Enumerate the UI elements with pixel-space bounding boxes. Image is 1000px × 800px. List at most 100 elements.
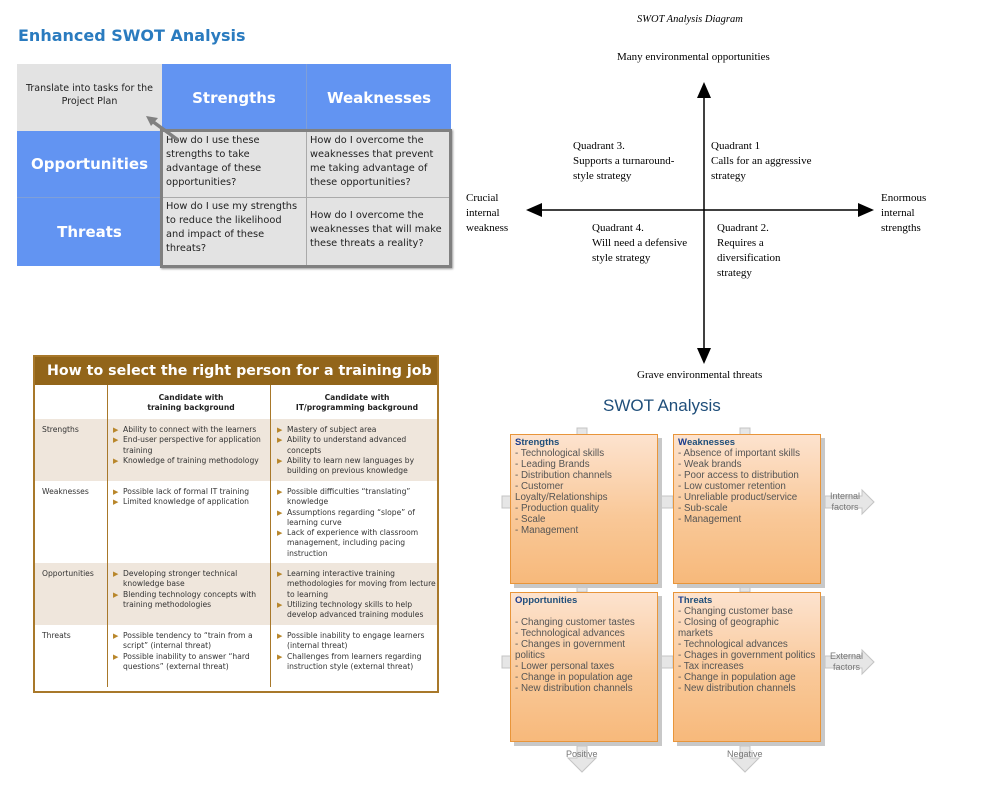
- swot-analysis-title: SWOT Analysis: [603, 396, 721, 415]
- list-item: - Tax increases: [678, 661, 744, 672]
- column-divider: [270, 385, 271, 687]
- connector: [739, 583, 751, 593]
- list-item: - Absence of important skills: [678, 448, 800, 459]
- list-item: - Weak brands: [678, 459, 742, 470]
- strengths-list: - Technological skills - Leading Brands - …: [515, 448, 653, 536]
- opportunities-list: - Changing customer tastes - Technologica…: [515, 606, 653, 694]
- training-cell: Possible tendency to “train from a scrip…: [113, 631, 269, 672]
- opportunities-box: Opportunities - Changing customer tastes…: [510, 592, 658, 742]
- it-cell: Possible difficulties “translating” know…: [277, 487, 437, 559]
- quadrant-axes: [526, 82, 874, 364]
- col-header-line: Candidate with: [158, 393, 224, 402]
- quadrant-2: Quadrant 2. Requires a diversification s…: [717, 221, 781, 281]
- list-item: - Low customer retention: [678, 481, 786, 492]
- quadrant-line: Quadrant 4.: [592, 222, 644, 234]
- list-item: - Closing of geographic markets: [678, 617, 779, 639]
- list-item: Utilizing technology skills to help deve…: [277, 600, 437, 621]
- list-item: Possible difficulties “translating” know…: [277, 487, 437, 508]
- list-item: Possible inability to answer “hard quest…: [113, 652, 269, 673]
- list-item: Ability to understand advanced concepts: [277, 435, 437, 456]
- box-title: Opportunities: [515, 595, 653, 606]
- training-cell: Developing stronger technical knowledge …: [113, 569, 269, 610]
- connector: [576, 583, 588, 593]
- list-item: Developing stronger technical knowledge …: [113, 569, 269, 590]
- row-label: Weaknesses: [42, 487, 89, 496]
- list-item: - Change in population age: [678, 672, 796, 683]
- box-title: Strengths: [515, 437, 653, 448]
- quadrant-line: strategy: [711, 170, 746, 182]
- axis-left-line: weakness: [466, 222, 509, 234]
- training-selection-table: How to select the right person for a tra…: [33, 355, 439, 693]
- threats-box: Threats - Changing customer base - Closin…: [673, 592, 821, 742]
- list-item: [515, 606, 653, 617]
- list-item: - Customer Loyalty/Relationships: [515, 481, 608, 503]
- axis-right-line: strengths: [881, 222, 921, 234]
- quadrant-line: Requires a: [717, 237, 764, 249]
- question-grid: How do I use these strengths to take adv…: [160, 129, 452, 268]
- swot-diagram-title: SWOT Analysis Diagram: [637, 14, 743, 25]
- list-item: - Production quality: [515, 503, 599, 514]
- enhanced-swot-matrix: Translate into tasks for the Project Pla…: [17, 64, 452, 268]
- row-label: Strengths: [42, 425, 79, 434]
- title-initial: W: [678, 437, 687, 448]
- flow-label-line: Internal: [830, 491, 861, 501]
- list-item: Learning interactive training methodolog…: [277, 569, 437, 600]
- list-item: - Technological skills: [515, 448, 605, 459]
- list-item: - Management: [515, 525, 579, 536]
- arrow-to-project-plan-icon: [146, 116, 180, 142]
- cell-strengths-opportunities: How do I use these strengths to take adv…: [163, 132, 307, 198]
- quadrant-3: Quadrant 3. Supports a turnaround- style…: [573, 139, 674, 184]
- quadrant-line: Quadrant 2.: [717, 222, 769, 234]
- title-rest: pportunities: [522, 595, 578, 606]
- list-item: - Changing customer tastes: [515, 617, 635, 628]
- quadrant-4: Quadrant 4. Will need a defensive style …: [592, 221, 687, 266]
- list-item: Ability to learn new languages by buildi…: [277, 456, 437, 477]
- col-header-training: Candidate with training background: [113, 393, 269, 414]
- title-rest: trengths: [521, 437, 560, 448]
- quadrant-line: Quadrant 1: [711, 140, 761, 152]
- training-table-title: How to select the right person for a tra…: [35, 357, 437, 385]
- col-header-line: Candidate with: [324, 393, 390, 402]
- list-item: Possible inability to engage learners (i…: [277, 631, 437, 652]
- quadrant-1: Quadrant 1 Calls for an aggressive strat…: [711, 139, 812, 184]
- cell-weaknesses-opportunities: How do I overcome the weaknesses that pr…: [307, 132, 449, 198]
- quadrant-line: Quadrant 3.: [573, 140, 625, 152]
- list-item: - Poor access to distribution: [678, 470, 799, 481]
- enhanced-swot-title: Enhanced SWOT Analysis: [18, 26, 246, 45]
- arrow-down-icon: [697, 348, 711, 364]
- threats-list: - Changing customer base - Closing of geo…: [678, 606, 816, 694]
- list-item: Limited knowledge of application: [113, 497, 269, 508]
- title-rest: hreats: [683, 595, 713, 606]
- quadrant-line: Will need a defensive: [592, 237, 688, 249]
- connector: [660, 495, 674, 509]
- list-item: Ability to connect with the learners: [113, 425, 269, 436]
- list-item: - New distribution channels: [515, 683, 633, 694]
- cell-weaknesses-threats: How do I overcome the weaknesses that wi…: [310, 210, 442, 249]
- axis-label-top: Many environmental opportunities: [617, 51, 770, 63]
- quadrant-line: style strategy: [573, 170, 632, 182]
- list-item: - Changing customer base: [678, 606, 793, 617]
- weaknesses-list: - Absence of important skills - Weak bran…: [678, 448, 816, 525]
- title-rest: eaknesses: [686, 437, 736, 448]
- list-item: - New distribution channels: [678, 683, 796, 694]
- it-cell: Learning interactive training methodolog…: [277, 569, 437, 620]
- box-title: Weaknesses: [678, 437, 816, 448]
- list-item: - Changes in government politics: [515, 639, 626, 661]
- list-item: - Technological advances: [678, 639, 788, 650]
- col-header-it: Candidate with IT/programming background: [277, 393, 437, 414]
- connector: [660, 655, 674, 669]
- list-item: - Management: [678, 514, 742, 525]
- list-item: Challenges from learners regarding instr…: [277, 652, 437, 673]
- list-item: End-user perspective for application tra…: [113, 435, 269, 456]
- training-cell: Possible lack of formal IT trainingLimit…: [113, 487, 269, 508]
- list-item: Mastery of subject area: [277, 425, 437, 436]
- it-cell: Mastery of subject areaAbility to unders…: [277, 425, 437, 476]
- arrow-up-icon: [697, 82, 711, 98]
- it-cell: Possible inability to engage learners (i…: [277, 631, 437, 672]
- external-factors-label: External factors: [830, 651, 863, 673]
- table-row: Strengths Ability to connect with the le…: [35, 419, 437, 481]
- axis-left-line: internal: [466, 207, 500, 219]
- table-row: Opportunities Developing stronger techni…: [35, 563, 437, 625]
- list-item: Assumptions regarding “slope” of learnin…: [277, 508, 437, 529]
- list-item: - Technological advances: [515, 628, 625, 639]
